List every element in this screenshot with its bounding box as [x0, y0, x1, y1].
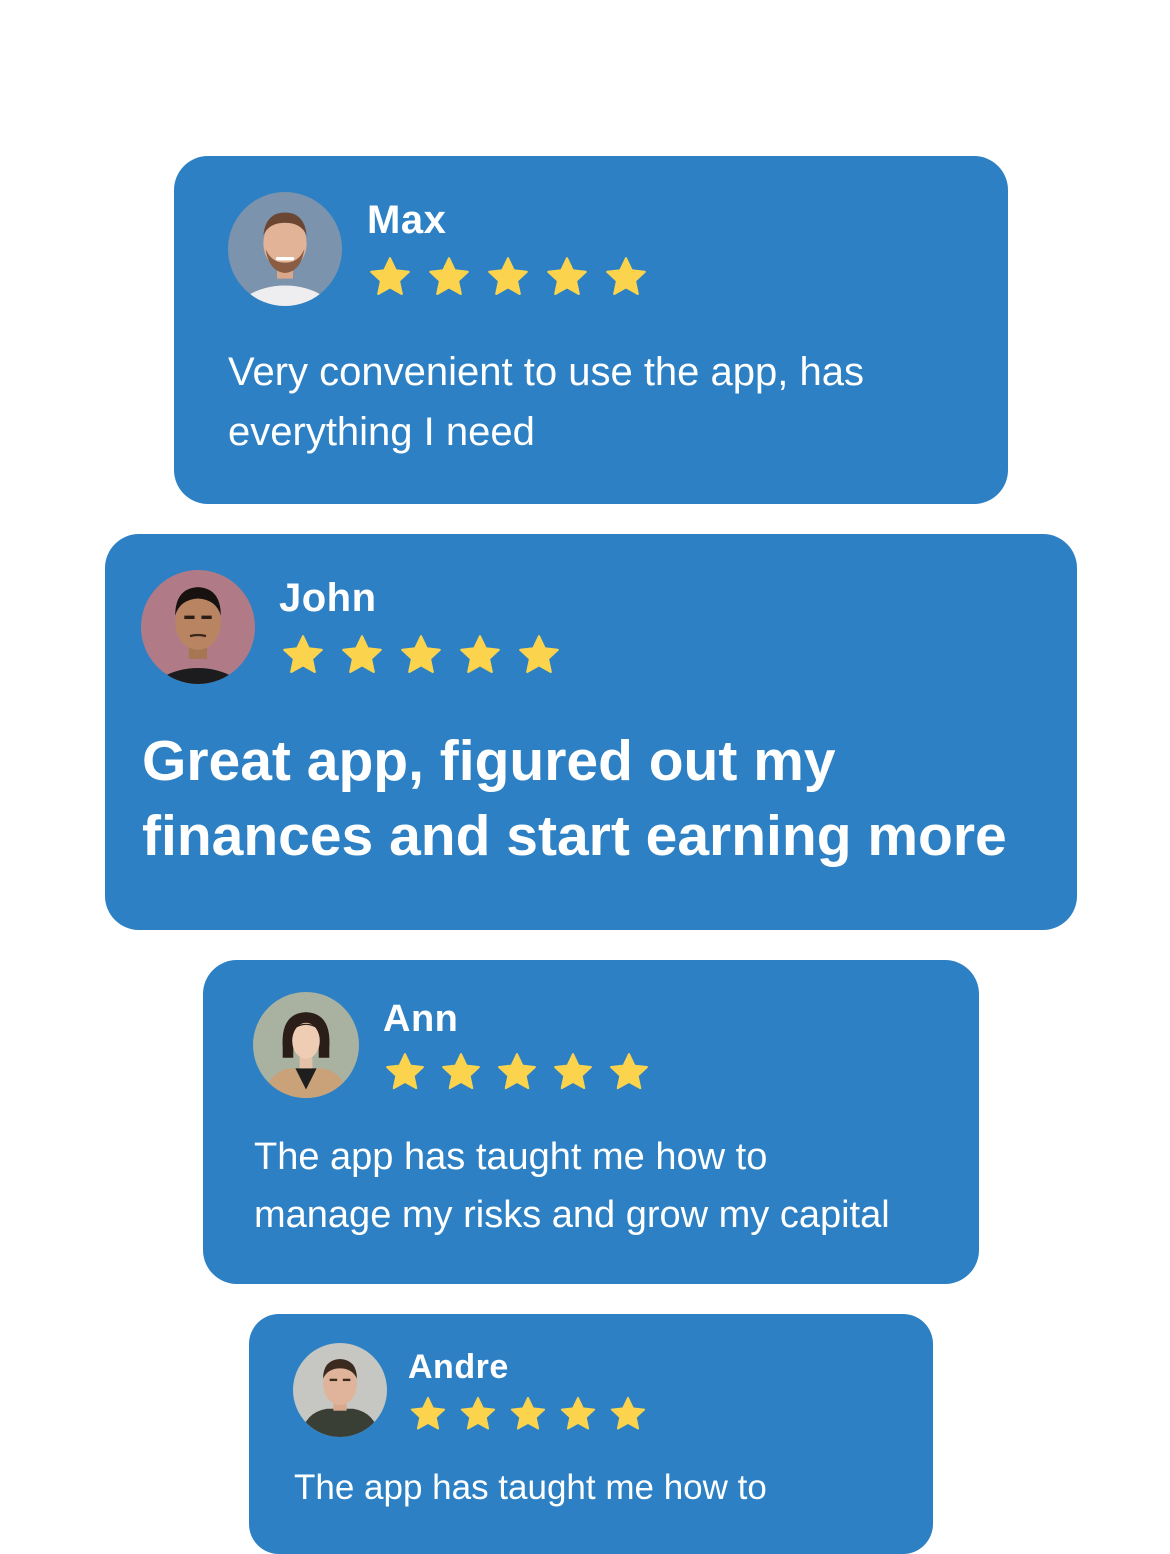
- avatar: [293, 1343, 387, 1437]
- review-line: Great app, figured out my: [142, 729, 836, 793]
- star-icon: [609, 1395, 647, 1433]
- star-icon: [559, 1395, 597, 1433]
- star-icon: [384, 1051, 426, 1093]
- star-icon: [459, 1395, 497, 1433]
- avatar: [253, 992, 359, 1098]
- avatar: [228, 192, 342, 306]
- star-icon: [486, 255, 530, 299]
- star-icon: [399, 633, 443, 677]
- star-icon: [440, 1051, 482, 1093]
- star-icon: [552, 1051, 594, 1093]
- review-card-andre: Andre The app has taught me how to: [249, 1314, 933, 1554]
- reviewer-name: John: [279, 576, 377, 620]
- review-line: everything I need: [228, 410, 535, 454]
- star-icon: [340, 633, 384, 677]
- star-icon: [427, 255, 471, 299]
- star-icon: [409, 1395, 447, 1433]
- review-line: The app has taught me how to: [294, 1468, 767, 1507]
- avatar: [141, 570, 255, 684]
- review-line: The app has taught me how to: [254, 1136, 768, 1178]
- avatar-photo-icon: [141, 570, 255, 684]
- avatar-photo-icon: [293, 1343, 387, 1437]
- star-icon: [509, 1395, 547, 1433]
- reviewer-name: Andre: [408, 1348, 509, 1386]
- review-card-ann: Ann The app has taught me how to manage m…: [203, 960, 979, 1284]
- star-icon: [608, 1051, 650, 1093]
- star-rating: [281, 633, 576, 677]
- star-icon: [545, 255, 589, 299]
- star-rating: [409, 1395, 659, 1433]
- star-icon: [496, 1051, 538, 1093]
- star-icon: [281, 633, 325, 677]
- review-text: Great app, figured out my finances and st…: [142, 724, 1007, 874]
- avatar-photo-icon: [253, 992, 359, 1098]
- review-line: finances and start earning more: [142, 804, 1007, 868]
- star-rating: [368, 255, 663, 299]
- review-text: The app has taught me how to: [294, 1462, 767, 1514]
- avatar-photo-icon: [228, 192, 342, 306]
- review-card-john: John Great app, figured out my finances a…: [105, 534, 1077, 930]
- review-line: manage my risks and grow my capital: [254, 1194, 890, 1236]
- review-text: The app has taught me how to manage my ri…: [254, 1128, 890, 1244]
- star-icon: [604, 255, 648, 299]
- review-card-max: Max Very convenient to use the app, has e…: [174, 156, 1008, 504]
- star-icon: [517, 633, 561, 677]
- review-line: Very convenient to use the app, has: [228, 350, 864, 394]
- star-icon: [458, 633, 502, 677]
- reviewer-name: Ann: [383, 998, 459, 1040]
- star-icon: [368, 255, 412, 299]
- reviewer-name: Max: [367, 198, 447, 242]
- star-rating: [384, 1051, 664, 1093]
- review-text: Very convenient to use the app, has every…: [228, 342, 864, 462]
